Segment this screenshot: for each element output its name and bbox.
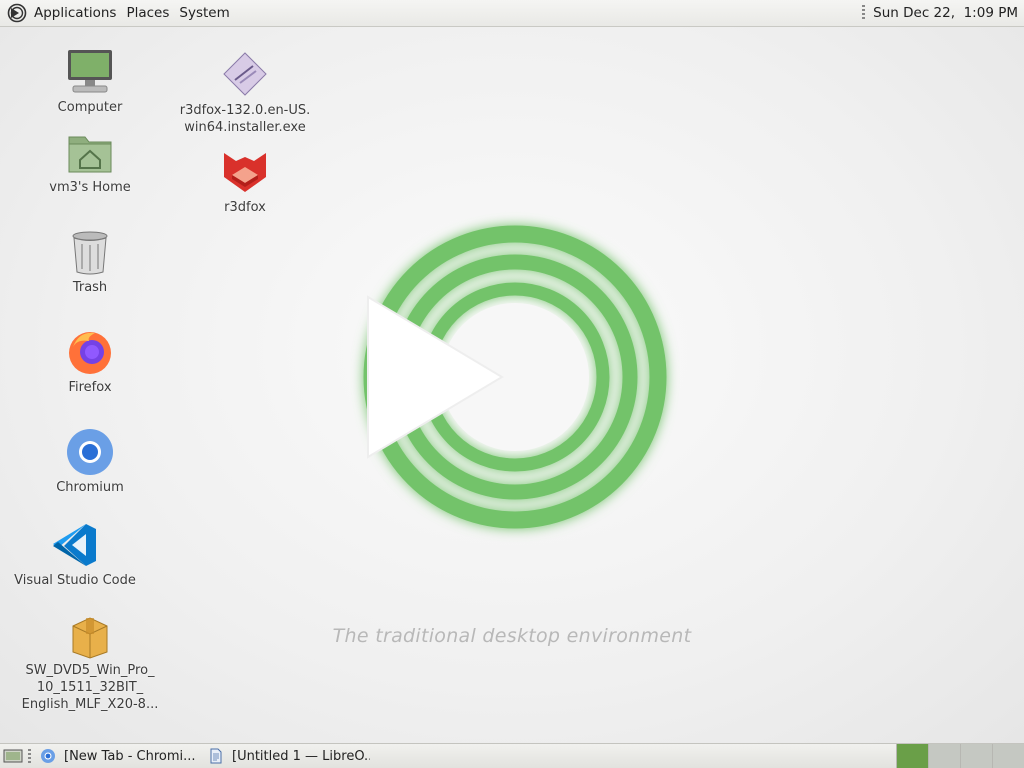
- panel-drag-handle[interactable]: [28, 749, 31, 763]
- desktop-icon-vscode[interactable]: Visual Studio Code: [0, 520, 150, 589]
- desktop-icon-computer[interactable]: Computer: [15, 47, 165, 116]
- workspace-4[interactable]: [992, 744, 1024, 768]
- workspace-2[interactable]: [928, 744, 960, 768]
- show-desktop-icon[interactable]: [3, 748, 23, 764]
- installer-exe-icon: [223, 52, 267, 96]
- desktop-icon-label: Chromium: [56, 480, 124, 495]
- bottom-panel: [New Tab - Chromi... [Untitled 1 — Libre…: [0, 743, 1024, 768]
- desktop-icon-label: SW_DVD5_Win_Pro_ 10_1511_32BIT_ English_…: [21, 663, 159, 712]
- trash-icon: [72, 231, 108, 275]
- workspace-switcher: [896, 744, 1024, 768]
- desktop-icon-chromium[interactable]: Chromium: [15, 427, 165, 496]
- clock-area: Sun Dec 22, 1:09 PM: [862, 5, 1024, 21]
- chromium-icon: [67, 429, 113, 475]
- desktop[interactable]: The traditional desktop environment Comp…: [0, 27, 1024, 743]
- desktop-icon-label: Trash: [72, 280, 108, 295]
- desktop-icon-label: Firefox: [68, 380, 112, 395]
- clock[interactable]: Sun Dec 22, 1:09 PM: [873, 5, 1018, 21]
- desktop-icon-trash[interactable]: Trash: [15, 227, 165, 296]
- mate-wallpaper-logo: [363, 225, 667, 529]
- desktop-icon-firefox[interactable]: Firefox: [15, 327, 165, 396]
- desktop-icon-label: Visual Studio Code: [14, 573, 136, 588]
- applications-menu[interactable]: Applications: [29, 0, 121, 27]
- places-menu[interactable]: Places: [121, 0, 174, 27]
- vscode-icon: [53, 524, 96, 566]
- system-menu[interactable]: System: [174, 0, 234, 27]
- desktop-icon-home[interactable]: vm3's Home: [15, 127, 165, 196]
- archive-package-icon: [72, 617, 108, 659]
- desktop-icon-archive[interactable]: SW_DVD5_Win_Pro_ 10_1511_32BIT_ English_…: [15, 610, 165, 713]
- home-folder-icon: [68, 136, 112, 173]
- desktop-icon-label: vm3's Home: [49, 180, 131, 195]
- panel-drag-handle[interactable]: [862, 5, 866, 21]
- desktop-icon-r3dfox-installer[interactable]: r3dfox-132.0.en-US. win64.installer.exe: [170, 50, 320, 136]
- desktop-icon-label: r3dfox: [224, 200, 266, 215]
- libreoffice-writer-icon: [210, 748, 222, 764]
- taskbar-item-label: [New Tab - Chromi...: [64, 748, 196, 764]
- r3dfox-icon: [224, 153, 266, 192]
- desktop-icon-r3dfox[interactable]: r3dfox: [170, 147, 320, 216]
- top-panel: Applications Places System Sun Dec 22, 1…: [0, 0, 1024, 27]
- workspace-1[interactable]: [896, 744, 928, 768]
- firefox-icon: [69, 332, 111, 374]
- mate-logo-icon[interactable]: [7, 3, 27, 23]
- taskbar-item-libreoffice[interactable]: [Untitled 1 — LibreO...: [204, 745, 370, 768]
- workspace-3[interactable]: [960, 744, 992, 768]
- taskbar-item-label: [Untitled 1 — LibreO...: [232, 748, 370, 764]
- computer-icon: [68, 50, 112, 93]
- desktop-icon-label: Computer: [57, 100, 123, 115]
- chromium-icon: [41, 749, 55, 763]
- desktop-icon-label: r3dfox-132.0.en-US. win64.installer.exe: [179, 103, 311, 135]
- taskbar-item-chromium[interactable]: [New Tab - Chromi...: [36, 745, 202, 768]
